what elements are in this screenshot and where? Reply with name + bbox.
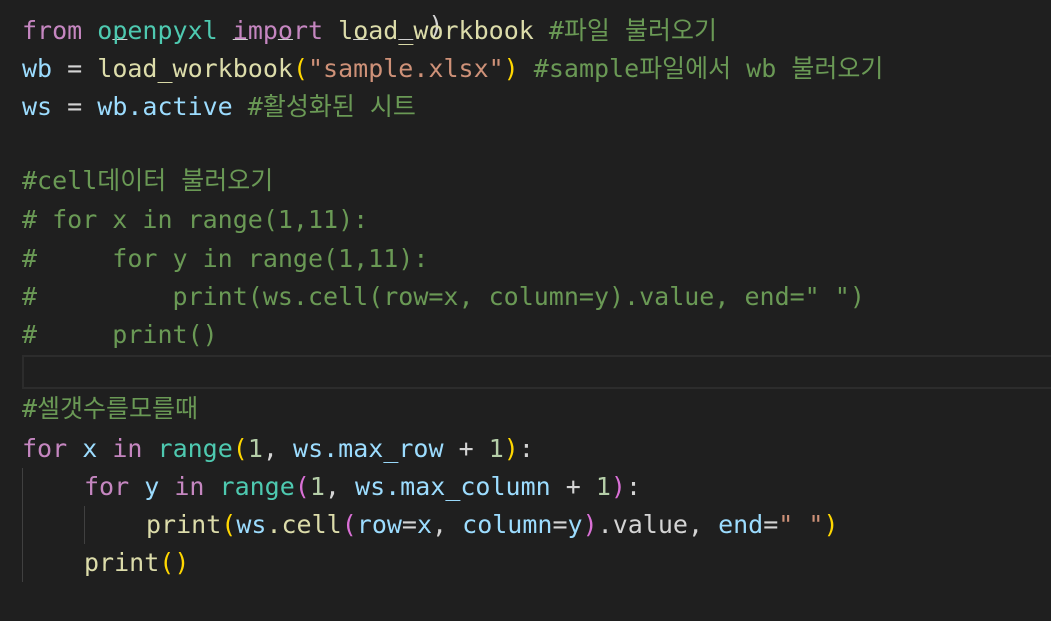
object-name: ws [236,510,267,539]
comma: , [262,434,294,463]
variable: ws [22,92,53,121]
comment: #sample파일에서 wb 불러오기 [533,54,884,83]
bracket: () [159,548,190,577]
code-line-2: wb = load_workbook("sample.xlsx") #sampl… [22,50,883,88]
code-line-13: for y in range(1, ws.max_column + 1): [84,468,641,506]
code-line-12: for x in range(1, ws.max_row + 1): [22,430,534,468]
attribute: .active [127,92,233,121]
builtin-range: range [157,434,233,463]
bracket: ) [610,472,626,501]
bracket: ) [503,54,519,83]
code-line-11: #셀갯수를모를때 [22,394,199,423]
object-name: wb [97,92,128,121]
code-editor[interactable]: _ _ _ _ _ ) from openpyxl import load_wo… [0,0,1051,621]
bracket: ( [341,510,357,539]
object-name: ws [355,472,386,501]
bracket: ) [503,434,519,463]
number-literal: 1 [488,434,504,463]
attribute: .value, [597,510,719,539]
method-name: .cell [266,510,342,539]
loop-variable: x [82,434,98,463]
keyword-from: from [22,16,83,45]
code-line-partial: _ _ _ _ _ ) [22,0,443,40]
code-line-8: # print(ws.cell(row=x, column=y).value, … [22,282,865,311]
comment: #활성화된 시트 [247,92,416,121]
function-name: print [84,548,160,577]
imported-name: load_workbook [338,16,534,45]
builtin-range: range [219,472,295,501]
comma: , [324,472,356,501]
object-name: ws [293,434,324,463]
indent-guide [22,468,23,582]
keyword-for: for [22,434,68,463]
module-name: openpyxl [97,16,218,45]
code-line-14: print(ws.cell(row=x, column=y).value, en… [146,506,839,544]
bracket: ( [292,54,308,83]
operator: = [401,510,417,539]
number-literal: 1 [309,472,325,501]
attribute: .max_row [323,434,444,463]
operator: = [52,54,98,83]
operator: + [443,434,489,463]
current-line-highlight[interactable] [22,355,1051,389]
bracket: ( [294,472,310,501]
arg-value: y [567,510,583,539]
keyword-arg: row [356,510,402,539]
variable: wb [22,54,53,83]
operator: = [52,92,98,121]
operator: + [550,472,596,501]
bracket: ( [221,510,237,539]
number-literal: 1 [247,434,263,463]
keyword-in: in [112,434,143,463]
attribute: .max_column [385,472,551,501]
operator: = [552,510,568,539]
keyword-import: import [232,16,324,45]
string-literal: " " [778,510,824,539]
function-name: load_workbook [97,54,293,83]
comma: , [432,510,463,539]
arg-value: x [416,510,433,539]
code-line-15: print() [84,544,189,582]
keyword-arg: column [462,510,553,539]
number-literal: 1 [595,472,611,501]
operator: = [763,510,779,539]
bracket: ( [232,434,248,463]
string-literal: "sample.xlsx" [308,54,504,83]
comment: #파일 불러오기 [548,16,717,45]
colon: : [518,434,534,463]
colon: : [625,472,642,501]
loop-variable: y [144,472,160,501]
indent-guide [84,506,85,544]
code-line-9: # print() [22,320,218,349]
code-line-5: #cell데이터 불러오기 [22,166,274,195]
keyword-in: in [174,472,205,501]
bracket: ) [582,510,598,539]
bracket: ) [823,510,839,539]
code-line-3: ws = wb.active #활성화된 시트 [22,88,416,126]
keyword-arg: end [718,510,764,539]
code-line-7: # for y in range(1,11): [22,244,429,273]
code-line-6: # for x in range(1,11): [22,205,369,234]
function-name: print [146,510,222,539]
keyword-for: for [84,472,130,501]
code-line-1: from openpyxl import load_workbook #파일 불… [22,12,717,50]
